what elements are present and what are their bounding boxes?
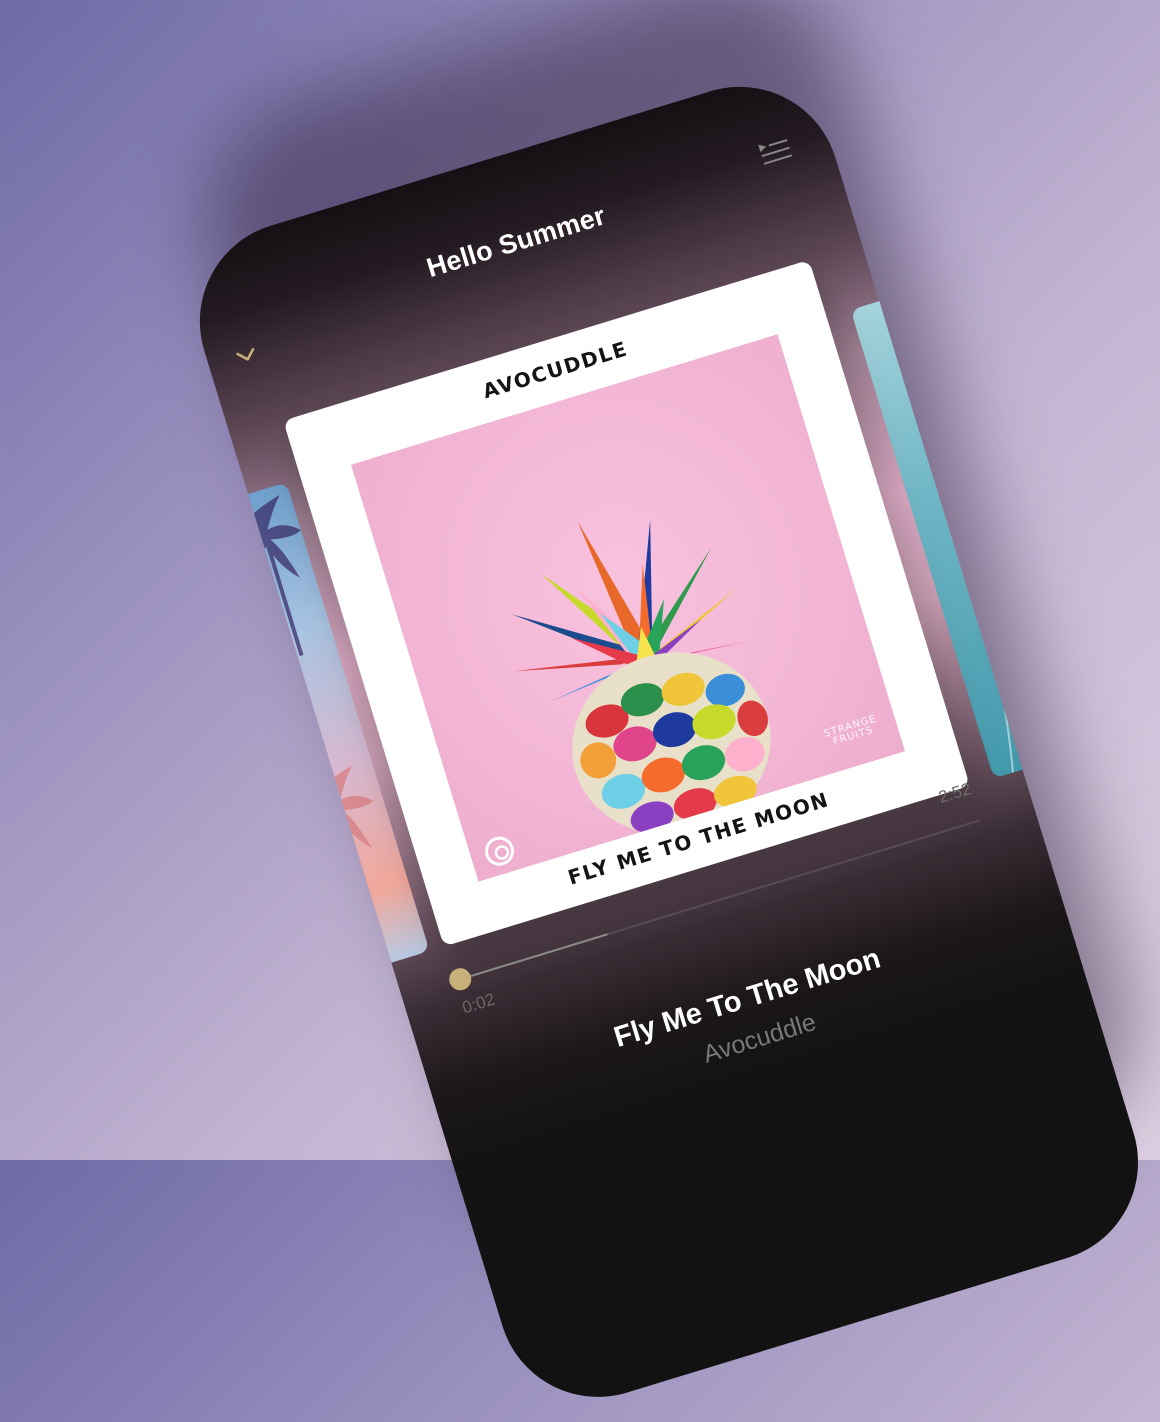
chevron-down-icon[interactable]: [233, 342, 260, 369]
player-screen: r Hello Summer AVOCUDDLE STRANGE FRUITS …: [175, 62, 1160, 1422]
side-card-text: r: [265, 615, 290, 656]
track-artist: Avocuddle: [699, 1007, 820, 1069]
elapsed-time: 0:02: [460, 989, 498, 1018]
progress-thumb[interactable]: [446, 965, 475, 993]
progress-fill: [454, 933, 608, 982]
